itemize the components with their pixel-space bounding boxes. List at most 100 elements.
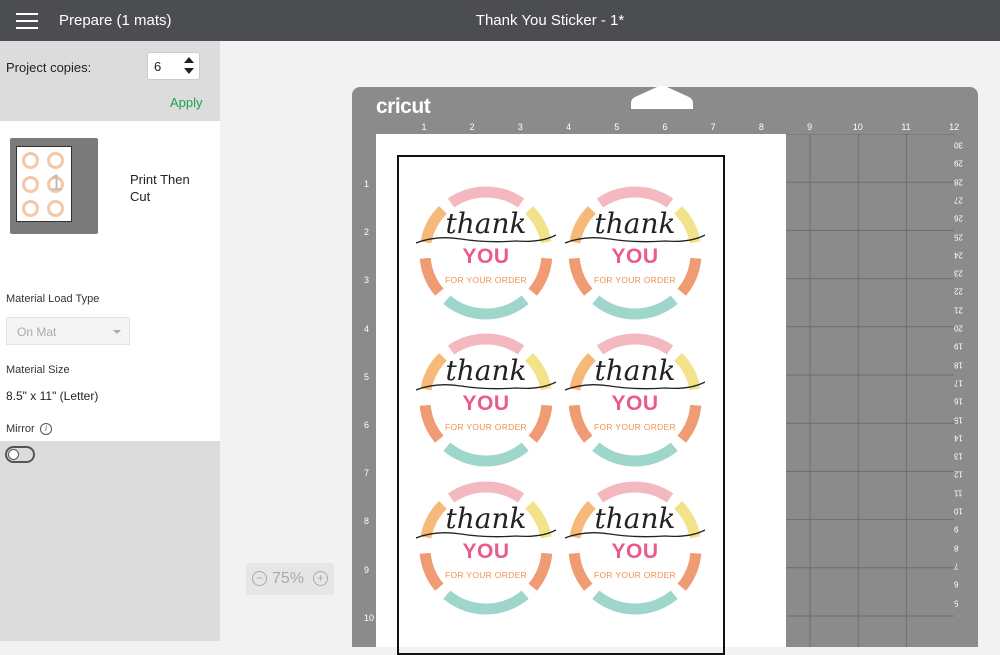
ring-segment xyxy=(443,295,529,320)
chevron-down-icon xyxy=(113,330,121,334)
left-ruler-label: 5 xyxy=(364,371,370,382)
right-ruler-label: 9 xyxy=(954,524,959,534)
top-ruler-label: 9 xyxy=(807,122,813,132)
right-ruler-label: 22 xyxy=(954,286,963,296)
mat-number: 1 xyxy=(50,170,63,195)
right-ruler-label: 12 xyxy=(954,469,963,479)
right-ruler-label: 19 xyxy=(954,341,963,351)
mat-tab-icon xyxy=(631,86,693,109)
right-ruler-label: 27 xyxy=(954,195,963,205)
left-ruler-label: 1 xyxy=(364,179,370,189)
thank-you-sticker[interactable]: thank YOU FOR YOUR ORDER xyxy=(564,183,706,323)
material-size-label: Material Size xyxy=(6,364,70,376)
mirror-label: Mirror xyxy=(6,423,35,435)
zoom-out-button[interactable]: − xyxy=(252,571,267,586)
material-load-type-label: Material Load Type xyxy=(6,293,100,305)
material-size-value: 8.5" x 11" (Letter) xyxy=(6,389,99,403)
ring-segment xyxy=(447,481,525,503)
right-ruler-label: 14 xyxy=(954,433,963,443)
right-ruler-label: 28 xyxy=(954,177,963,187)
stepper-up-icon[interactable] xyxy=(184,57,194,63)
stepper-down-icon[interactable] xyxy=(184,68,194,74)
top-ruler-label: 1 xyxy=(421,122,427,132)
left-ruler-label: 10 xyxy=(364,612,375,623)
sticker-sub-text: FOR YOUR ORDER xyxy=(594,275,676,285)
top-ruler: 1 2 3 4 5 6 7 8 9 10 11 12 xyxy=(352,122,978,134)
left-ruler-label: 8 xyxy=(364,516,370,527)
right-ruler-label: 13 xyxy=(954,451,963,461)
sticker-sub-text: FOR YOUR ORDER xyxy=(445,422,527,432)
sidebar: Project copies: 6 Apply 1 Print Then Cut… xyxy=(0,41,220,641)
copies-stepper[interactable] xyxy=(183,56,195,76)
cricut-logo: cricut xyxy=(376,95,431,118)
material-load-type-select[interactable]: On Mat xyxy=(6,317,130,345)
sticker-big-text: YOU xyxy=(611,245,659,268)
sticker-script-text: thank xyxy=(594,354,676,387)
top-ruler-label: 12 xyxy=(949,122,960,132)
mat-grid xyxy=(786,134,954,647)
ring-segment xyxy=(592,295,678,320)
left-ruler-label: 3 xyxy=(364,275,370,286)
right-ruler-label: 30 xyxy=(954,140,963,150)
top-ruler-label: 10 xyxy=(852,122,863,132)
ring-segment xyxy=(443,442,529,467)
left-ruler-label: 6 xyxy=(364,420,370,430)
right-ruler-label: 10 xyxy=(954,506,963,516)
project-copies-panel: Project copies: 6 Apply xyxy=(0,41,220,121)
apply-button[interactable]: Apply xyxy=(170,95,203,110)
mat-canvas: cricut 1 2 3 4 5 6 7 8 9 10 11 12 1 2 3 4 5 6 7 8 9 10 30 29 2… xyxy=(220,41,1000,655)
ring-segment xyxy=(596,333,674,355)
project-copies-input[interactable]: 6 xyxy=(147,52,200,80)
mat-panel: 1 Print Then Cut Material Load Type On M… xyxy=(0,121,220,463)
sticker-big-text: YOU xyxy=(611,392,659,415)
hamburger-icon[interactable] xyxy=(16,12,40,30)
top-ruler-label: 11 xyxy=(901,122,911,132)
sticker-big-text: YOU xyxy=(611,540,659,563)
sticker-sub-text: FOR YOUR ORDER xyxy=(594,570,676,580)
right-ruler-label: 5 xyxy=(954,598,959,607)
thank-you-sticker[interactable]: thank YOU FOR YOUR ORDER xyxy=(564,478,706,618)
sticker-script-text: thank xyxy=(445,207,527,240)
ring-segment xyxy=(447,186,525,208)
top-ruler-label: 8 xyxy=(758,122,764,132)
ring-segment xyxy=(596,186,674,208)
right-ruler-label: 7 xyxy=(954,561,959,571)
right-ruler-label: 6 xyxy=(954,579,959,589)
ring-segment xyxy=(443,590,529,615)
sticker-script-text: thank xyxy=(594,207,676,240)
thumb-sticker xyxy=(47,200,64,217)
sticker-script-text: thank xyxy=(445,502,527,535)
project-copies-value[interactable]: 6 xyxy=(154,59,161,74)
thank-you-sticker[interactable]: thank YOU FOR YOUR ORDER xyxy=(415,478,557,618)
thank-you-sticker[interactable]: thank YOU FOR YOUR ORDER xyxy=(564,330,706,470)
right-ruler-label: 8 xyxy=(954,543,959,553)
info-icon[interactable]: i xyxy=(40,423,52,435)
left-ruler-label: 7 xyxy=(364,468,370,479)
left-ruler-label: 4 xyxy=(364,323,370,334)
sticker-sub-text: FOR YOUR ORDER xyxy=(594,422,676,432)
thumb-sticker xyxy=(47,152,64,169)
right-ruler-label: 20 xyxy=(954,323,963,333)
mirror-toggle[interactable] xyxy=(5,446,35,463)
top-ruler-label: 7 xyxy=(710,122,716,132)
thumb-sticker xyxy=(22,152,39,169)
prepare-title: Prepare (1 mats) xyxy=(59,12,172,29)
left-ruler-label: 2 xyxy=(364,227,370,238)
right-ruler-label: 29 xyxy=(954,158,963,168)
sticker-big-text: YOU xyxy=(462,392,510,415)
ring-segment xyxy=(447,333,525,355)
ring-segment xyxy=(592,442,678,467)
thank-you-sticker[interactable]: thank YOU FOR YOUR ORDER xyxy=(415,183,557,323)
toggle-knob xyxy=(8,449,19,460)
right-ruler-label: 25 xyxy=(954,232,963,241)
top-bar: Prepare (1 mats) Thank You Sticker - 1* xyxy=(0,0,1000,41)
sticker-sub-text: FOR YOUR ORDER xyxy=(445,275,527,285)
right-ruler-label: 21 xyxy=(954,305,963,315)
project-copies-label: Project copies: xyxy=(6,60,92,75)
mat-thumbnail[interactable]: 1 xyxy=(10,138,98,234)
top-ruler-label: 3 xyxy=(517,122,523,132)
zoom-control: − 75% + xyxy=(246,563,334,595)
zoom-in-button[interactable]: + xyxy=(313,571,328,586)
thank-you-sticker[interactable]: thank YOU FOR YOUR ORDER xyxy=(415,330,557,470)
material-load-type-value: On Mat xyxy=(17,325,57,339)
